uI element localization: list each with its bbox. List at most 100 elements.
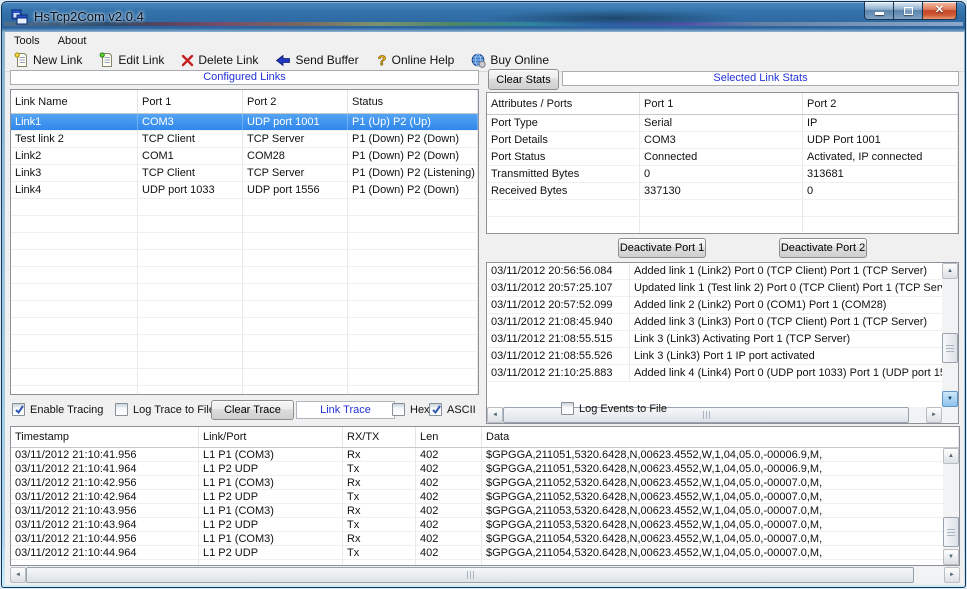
configured-link-row[interactable]: Test link 2TCP ClientTCP ServerP1 (Down)… [11, 131, 478, 148]
delete-link-button[interactable]: Delete Link [179, 52, 260, 68]
cell: 03/11/2012 20:57:25.107 [487, 280, 630, 296]
scroll-right-button[interactable]: ► [944, 567, 960, 583]
column-header[interactable]: Port 1 [640, 93, 803, 114]
close-button[interactable]: ✕ [922, 1, 957, 20]
link-stat-row[interactable]: Transmitted Bytes0313681 [487, 166, 958, 183]
send-buffer-button[interactable]: Send Buffer [273, 52, 360, 68]
cell [243, 284, 348, 300]
scroll-thumb[interactable] [943, 517, 959, 547]
trace-row[interactable]: 03/11/2012 21:10:43.964L1 P2 UDPTx402$GP… [11, 518, 959, 532]
trace-row[interactable]: 03/11/2012 21:10:42.964L1 P2 UDPTx402$GP… [11, 490, 959, 504]
new-link-button[interactable]: New Link [12, 51, 84, 69]
event-log-row[interactable]: 03/11/2012 20:57:25.107Updated link 1 (T… [487, 280, 958, 297]
trace-row[interactable]: 03/11/2012 21:10:41.964L1 P2 UDPTx402$GP… [11, 462, 959, 476]
event-log-row[interactable]: 03/11/2012 20:56:56.084Added link 1 (Lin… [487, 263, 958, 280]
cell: $GPGGA,211053,5320.6428,N,00623.4552,W,1… [482, 518, 959, 531]
cell: Link 3 (Link3) Activating Port 1 (TCP Se… [630, 331, 958, 347]
column-header[interactable]: RX/TX [343, 427, 416, 447]
cell [348, 216, 478, 232]
checkbox-box[interactable] [392, 403, 405, 416]
buy-online-button[interactable]: Buy Online [469, 52, 551, 69]
link-stat-row[interactable]: Port StatusConnectedActivated, IP connec… [487, 149, 958, 166]
cell [243, 233, 348, 249]
hex-checkbox[interactable]: Hex [392, 403, 430, 416]
cell: $GPGGA,211052,5320.6428,N,00623.4552,W,1… [482, 476, 959, 489]
cell: 03/11/2012 21:08:55.515 [487, 331, 630, 347]
cell: Added link 2 (Link2) Port 0 (COM1) Port … [630, 297, 958, 313]
checkbox-box[interactable] [429, 403, 442, 416]
title-bar[interactable]: HsTcp2Com v2.0.4 ✕ [2, 2, 965, 32]
column-header[interactable]: Link/Port [199, 427, 343, 447]
event-log[interactable]: 03/11/2012 20:56:56.084Added link 1 (Lin… [486, 262, 959, 424]
column-header[interactable]: Status [348, 90, 478, 113]
empty-row [11, 335, 478, 352]
delete-link-icon [181, 54, 194, 67]
column-header[interactable]: Data [482, 427, 959, 447]
link-stat-row[interactable]: Received Bytes3371300 [487, 183, 958, 200]
trace-row[interactable]: 03/11/2012 21:10:44.956L1 P1 (COM3)Rx402… [11, 532, 959, 546]
checkbox-box[interactable] [12, 403, 25, 416]
trace-row[interactable]: 03/11/2012 21:10:41.956L1 P1 (COM3)Rx402… [11, 448, 959, 462]
scroll-left-button[interactable]: ◄ [487, 407, 503, 423]
online-help-button[interactable]: ?Online Help [374, 52, 457, 69]
configured-link-row[interactable]: Link3TCP ClientTCP ServerP1 (Down) P2 (L… [11, 165, 478, 182]
clear-stats-button[interactable]: Clear Stats [488, 69, 559, 90]
event-log-row[interactable]: 03/11/2012 21:08:55.526Link 3 (Link3) Po… [487, 348, 958, 365]
configured-links-table[interactable]: Link NamePort 1Port 2Status Link1COM3UDP… [10, 89, 479, 395]
clear-trace-button[interactable]: Clear Trace [211, 400, 294, 420]
enable-tracing-checkbox[interactable]: Enable Tracing [12, 403, 103, 416]
menu-about[interactable]: About [49, 33, 96, 49]
event-log-row[interactable]: 03/11/2012 21:08:45.940Added link 3 (Lin… [487, 314, 958, 331]
event-log-vscrollbar[interactable]: ▲ ▼ [942, 263, 958, 407]
deactivate-port1-button[interactable]: Deactivate Port 1 [618, 238, 706, 258]
edit-link-button[interactable]: Edit Link [97, 51, 166, 69]
trace-row[interactable]: 03/11/2012 21:10:42.956L1 P1 (COM3)Rx402… [11, 476, 959, 490]
scroll-left-button[interactable]: ◄ [10, 567, 26, 583]
cell [11, 318, 138, 334]
trace-row[interactable]: 03/11/2012 21:10:44.964L1 P2 UDPTx402$GP… [11, 546, 959, 560]
column-header[interactable]: Port 2 [243, 90, 348, 113]
column-header[interactable]: Port 1 [138, 90, 243, 113]
column-header[interactable]: Timestamp [11, 427, 199, 447]
event-log-row[interactable]: 03/11/2012 21:08:55.515Link 3 (Link3) Ac… [487, 331, 958, 348]
menu-tools[interactable]: Tools [5, 33, 49, 49]
checkbox-box[interactable] [115, 403, 128, 416]
log-events-to-file-checkbox[interactable]: Log Events to File [561, 402, 667, 415]
configured-link-row[interactable]: Link4UDP port 1033UDP port 1556P1 (Down)… [11, 182, 478, 199]
toolbar-button-label: Delete Link [198, 53, 258, 67]
column-header[interactable]: Len [416, 427, 482, 447]
scroll-right-button[interactable]: ► [926, 407, 942, 423]
cell [487, 200, 640, 216]
event-log-row[interactable]: 03/11/2012 20:57:52.099Added link 2 (Lin… [487, 297, 958, 314]
event-log-hscrollbar[interactable]: ◄ ► [487, 407, 942, 423]
scroll-thumb[interactable] [26, 567, 914, 583]
cell: Activated, IP connected [803, 149, 958, 165]
deactivate-port2-button[interactable]: Deactivate Port 2 [779, 238, 867, 258]
thumb-grip-icon [946, 345, 954, 352]
trace-table-hscrollbar[interactable]: ◄ ► [10, 567, 960, 583]
minimize-button[interactable] [864, 1, 893, 20]
link-stat-row[interactable]: Port TypeSerialIP [487, 115, 958, 132]
trace-row[interactable]: 03/11/2012 21:10:43.956L1 P1 (COM3)Rx402… [11, 504, 959, 518]
column-header[interactable]: Link Name [11, 90, 138, 113]
scroll-down-button[interactable]: ▼ [943, 549, 959, 565]
configured-link-row[interactable]: Link1COM3UDP port 1001P1 (Up) P2 (Up) [11, 114, 478, 131]
cell: L1 P2 UDP [199, 546, 343, 559]
checkbox-box[interactable] [561, 402, 574, 415]
scroll-up-button[interactable]: ▲ [942, 263, 958, 279]
trace-table-vscrollbar[interactable]: ▲ ▼ [943, 448, 959, 565]
event-log-body: 03/11/2012 20:56:56.084Added link 1 (Lin… [487, 263, 958, 382]
ascii-checkbox[interactable]: ASCII [429, 403, 476, 416]
maximize-button[interactable] [893, 1, 922, 20]
configured-link-row[interactable]: Link2COM1COM28P1 (Down) P2 (Down) [11, 148, 478, 165]
column-header[interactable]: Attributes / Ports [487, 93, 640, 114]
scroll-thumb[interactable] [942, 333, 958, 363]
link-stat-row[interactable]: Port DetailsCOM3UDP Port 1001 [487, 132, 958, 149]
trace-table[interactable]: TimestampLink/PortRX/TXLenData 03/11/201… [10, 426, 960, 566]
log-trace-to-file-checkbox[interactable]: Log Trace to File [115, 403, 215, 416]
scroll-up-button[interactable]: ▲ [943, 448, 959, 464]
column-header[interactable]: Port 2 [803, 93, 958, 114]
scroll-down-button[interactable]: ▼ [942, 391, 958, 407]
event-log-row[interactable]: 03/11/2012 21:10:25.883Added link 4 (Lin… [487, 365, 958, 382]
menu-bar: Tools About [5, 32, 964, 49]
